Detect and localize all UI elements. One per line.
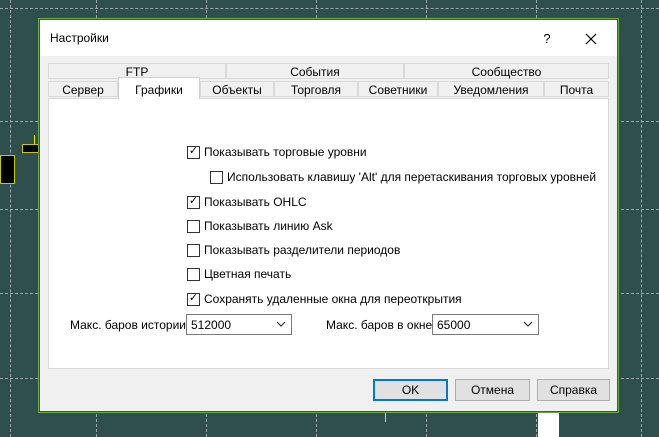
option-label: Показывать разделители периодов	[204, 243, 401, 257]
tab-charts[interactable]: Графики	[118, 77, 200, 99]
checkbox[interactable]	[187, 268, 200, 281]
checkbox[interactable]	[187, 244, 200, 257]
max-bars-window-value: 65000	[437, 318, 471, 332]
tab-experts[interactable]: Советники	[358, 81, 438, 97]
chevron-down-icon	[276, 321, 286, 327]
tab-label: Торговля	[290, 83, 342, 97]
tab-notifications[interactable]: Уведомления	[438, 81, 544, 97]
tab-label: Графики	[135, 83, 183, 97]
tab-server[interactable]: Сервер	[48, 81, 118, 97]
tab-label: Уведомления	[453, 83, 529, 97]
grid-line	[641, 0, 642, 437]
cancel-button[interactable]: Отмена	[455, 379, 530, 401]
checkmark-icon: ✓	[188, 195, 199, 207]
candle-body	[22, 144, 40, 153]
option-label: Цветная печать	[204, 267, 292, 281]
tab-label: Сервер	[62, 83, 104, 97]
chevron-down-icon	[523, 321, 533, 327]
tab-trade[interactable]: Торговля	[274, 81, 358, 97]
option-label: Показывать торговые уровни	[204, 145, 367, 159]
ok-button[interactable]: OK	[373, 379, 448, 401]
help-button[interactable]: Справка	[537, 379, 610, 401]
help-title-button[interactable]: ?	[537, 29, 557, 49]
checkmark-icon: ✓	[188, 292, 199, 304]
max-bars-history-value: 512000	[191, 318, 232, 332]
tab-label: Почта	[559, 83, 594, 97]
grid-line	[10, 0, 11, 437]
dialog-titlebar: Настройки ?	[40, 20, 617, 56]
checkmark-icon: ✓	[188, 145, 199, 157]
checkbox[interactable]	[210, 171, 223, 184]
candle-body	[0, 155, 15, 184]
grid-line	[0, 8, 659, 9]
close-button[interactable]	[580, 28, 602, 50]
max-bars-history-select[interactable]: 512000	[186, 314, 292, 335]
tab-objects[interactable]: Объекты	[200, 81, 274, 97]
option-label: Использовать клавишу 'Alt' для перетаски…	[227, 170, 597, 184]
option-label: Показывать линию Ask	[204, 219, 333, 233]
close-icon	[585, 33, 597, 45]
tab-community[interactable]: Сообщество	[404, 63, 609, 79]
tab-label: Сообщество	[471, 65, 542, 79]
charts-settings-panel: ✓ Показывать торговые уровни Использоват…	[48, 98, 609, 369]
checkbox[interactable]: ✓	[187, 292, 200, 306]
candle-body-white	[538, 408, 559, 437]
option-label: Показывать OHLC	[204, 195, 307, 209]
checkbox[interactable]: ✓	[187, 145, 200, 159]
tab-label: События	[290, 65, 340, 79]
tab-events[interactable]: События	[226, 63, 404, 79]
option-label: Сохранять удаленные окна для переоткрыти…	[204, 292, 462, 306]
dialog-title: Настройки	[50, 31, 109, 45]
checkbox[interactable]	[187, 220, 200, 233]
checkbox[interactable]: ✓	[187, 195, 200, 209]
tab-label: Объекты	[212, 83, 262, 97]
max-bars-window-select[interactable]: 65000	[432, 314, 539, 335]
max-bars-window-label: Макс. баров в окне:	[326, 318, 436, 332]
max-bars-history-label: Макс. баров истории:	[70, 318, 190, 332]
settings-dialog: Настройки ? FTP События Сообщество Серве…	[39, 19, 618, 412]
tab-email[interactable]: Почта	[544, 81, 609, 97]
tab-label: Советники	[368, 83, 428, 97]
